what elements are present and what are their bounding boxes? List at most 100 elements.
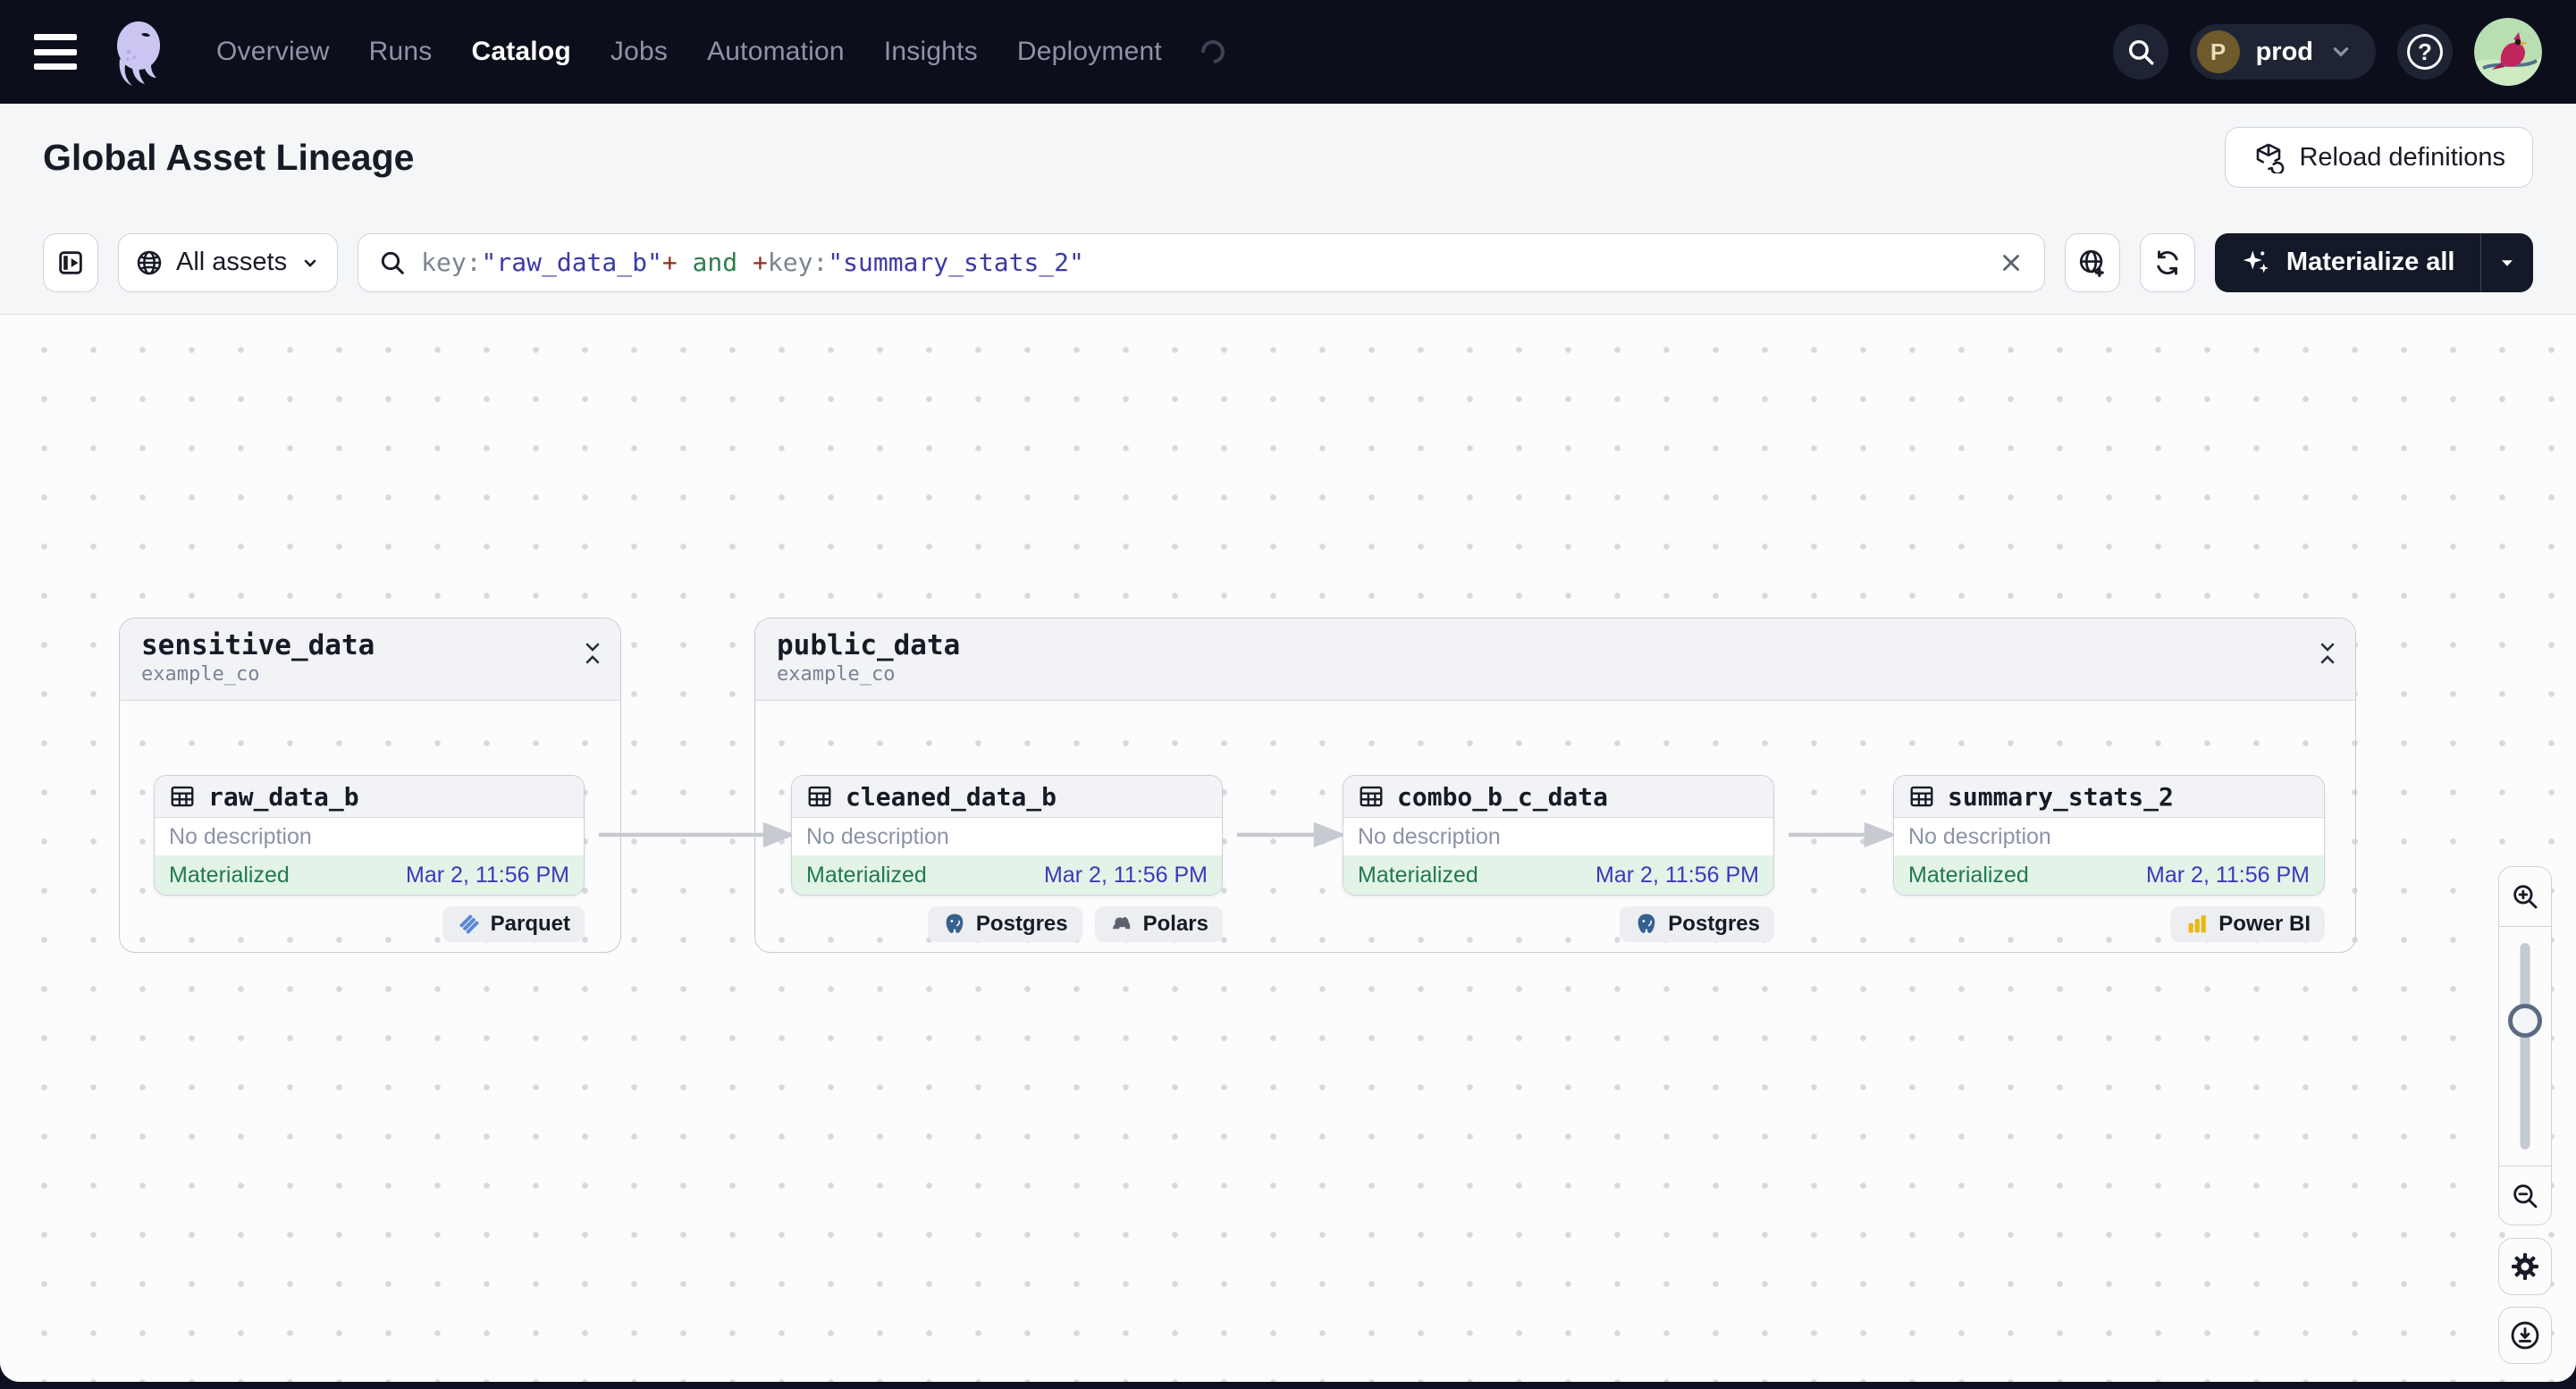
user-avatar[interactable] xyxy=(2474,18,2542,86)
materialization-timestamp[interactable]: Mar 2, 11:56 PM xyxy=(1044,863,1208,888)
postgres-icon xyxy=(946,913,964,933)
collapse-group-button[interactable] xyxy=(583,642,602,665)
tag-parquet[interactable]: Parquet xyxy=(442,906,585,942)
asset-tags: Parquet xyxy=(442,906,585,942)
search-button[interactable] xyxy=(2112,24,2168,80)
tag-label: Postgres xyxy=(1668,912,1760,936)
close-icon xyxy=(2003,254,2019,271)
group-title: public_data xyxy=(777,629,961,661)
reload-definitions-label: Reload definitions xyxy=(2299,142,2505,172)
tag-powerbi[interactable]: Power BI xyxy=(2170,906,2325,942)
zoom-slider-track[interactable] xyxy=(2520,943,2530,1149)
nav-item-catalog[interactable]: Catalog xyxy=(471,37,570,67)
nav-items: Overview Runs Catalog Jobs Automation In… xyxy=(216,35,1230,69)
asset-description: No description xyxy=(1908,823,2051,849)
status-badge: Materialized xyxy=(169,862,290,888)
tag-polars[interactable]: Polars xyxy=(1094,906,1223,942)
nav-item-jobs[interactable]: Jobs xyxy=(610,37,668,67)
asset-name: summary_stats_2 xyxy=(1948,781,2174,812)
group-header[interactable]: sensitive_data example_co xyxy=(120,619,620,701)
tag-postgres[interactable]: Postgres xyxy=(927,906,1082,942)
materialization-timestamp[interactable]: Mar 2, 11:56 PM xyxy=(406,863,569,888)
search-icon xyxy=(2128,39,2154,65)
materialize-all-split-button: Materialize all xyxy=(2214,232,2533,292)
group-subtitle: example_co xyxy=(777,663,896,686)
asset-card[interactable]: summary_stats_2 No description Materiali… xyxy=(1893,775,2325,896)
search-icon xyxy=(381,251,404,274)
group-header[interactable]: public_data example_co xyxy=(755,619,2355,701)
sparkles-icon xyxy=(2243,250,2269,273)
asset-card[interactable]: cleaned_data_b No description Materializ… xyxy=(791,775,1223,896)
reload-definitions-icon xyxy=(2257,143,2285,173)
clear-search-button[interactable] xyxy=(1998,249,2025,276)
parquet-icon xyxy=(459,914,479,934)
zoom-in-button[interactable] xyxy=(2499,867,2551,926)
top-nav: Overview Runs Catalog Jobs Automation In… xyxy=(0,0,2576,104)
collapse-group-button[interactable] xyxy=(2318,642,2337,665)
reload-definitions-button[interactable]: Reload definitions xyxy=(2225,127,2533,188)
asset-card[interactable]: raw_data_b No description Materialized M… xyxy=(154,775,585,896)
zoom-slider xyxy=(2499,926,2551,1166)
table-icon xyxy=(808,786,831,807)
download-icon xyxy=(2511,1321,2539,1350)
powerbi-icon xyxy=(2188,915,2207,933)
asset-tags: Power BI xyxy=(2170,906,2325,942)
help-button[interactable]: ? xyxy=(2397,24,2453,80)
open-sidebar-button[interactable] xyxy=(43,232,98,292)
zoom-out-icon xyxy=(2513,1183,2538,1208)
table-icon xyxy=(171,786,194,807)
nav-item-automation[interactable]: Automation xyxy=(707,37,845,67)
nav-right-cluster: P prod ? xyxy=(2112,18,2542,86)
zoom-slider-handle[interactable] xyxy=(2508,1004,2542,1038)
query-text: key:"raw_data_b"+ and +key:"summary_stat… xyxy=(421,248,1084,277)
asset-card[interactable]: combo_b_c_data No description Materializ… xyxy=(1343,775,1774,896)
nav-item-runs[interactable]: Runs xyxy=(369,37,433,67)
dagster-logo-icon[interactable] xyxy=(102,16,173,88)
nav-item-deployment[interactable]: Deployment xyxy=(1017,37,1162,67)
chevron-down-icon xyxy=(304,259,316,267)
asset-name: raw_data_b xyxy=(208,781,359,812)
zoom-out-button[interactable] xyxy=(2499,1166,2551,1225)
materialize-options-button[interactable] xyxy=(2481,233,2533,292)
view-in-new-tab-button[interactable] xyxy=(2064,232,2120,292)
asset-search-input[interactable]: key:"raw_data_b"+ and +key:"summary_stat… xyxy=(358,232,2045,292)
table-icon xyxy=(1910,786,1933,807)
asset-scope-dropdown[interactable]: All assets xyxy=(118,232,339,292)
materialize-all-label: Materialize all xyxy=(2286,248,2455,276)
deployment-switcher[interactable]: P prod xyxy=(2189,24,2376,80)
refresh-icon xyxy=(2157,249,2178,275)
asset-description: No description xyxy=(806,823,949,849)
tag-label: Polars xyxy=(1142,912,1208,936)
hamburger-menu-icon[interactable] xyxy=(34,34,77,70)
lineage-canvas[interactable]: sensitive_data example_co public_data ex… xyxy=(0,315,2576,1382)
materialization-timestamp[interactable]: Mar 2, 11:56 PM xyxy=(2146,863,2310,888)
asset-tags: Postgres Polars xyxy=(927,906,1223,942)
asset-scope-label: All assets xyxy=(176,248,288,276)
tag-postgres[interactable]: Postgres xyxy=(1620,906,1774,942)
status-badge: Materialized xyxy=(806,862,927,888)
nav-item-insights[interactable]: Insights xyxy=(884,37,978,67)
tag-label: Power BI xyxy=(2218,912,2311,936)
question-icon: ? xyxy=(2407,34,2443,70)
collapse-chevron-up-icon xyxy=(2320,655,2335,664)
refresh-graph-button[interactable] xyxy=(2139,232,2195,292)
materialization-timestamp[interactable]: Mar 2, 11:56 PM xyxy=(1595,863,1759,888)
chevron-down-icon xyxy=(2333,47,2349,57)
tag-label: Postgres xyxy=(975,912,1068,936)
download-image-button[interactable] xyxy=(2498,1307,2552,1364)
graph-settings-button[interactable] xyxy=(2498,1238,2552,1295)
asset-description: No description xyxy=(1358,823,1501,849)
asset-tags: Postgres xyxy=(1620,906,1774,942)
status-badge: Materialized xyxy=(1358,862,1478,888)
table-icon xyxy=(1360,786,1383,807)
asset-description: No description xyxy=(169,823,312,849)
postgres-icon xyxy=(1637,913,1655,933)
nav-item-overview[interactable]: Overview xyxy=(216,37,330,67)
asset-node-cleaned-data-b: cleaned_data_b No description Materializ… xyxy=(791,775,1223,942)
polars-icon xyxy=(1112,917,1130,930)
asset-node-raw-data-b: raw_data_b No description Materialized M… xyxy=(154,775,585,942)
materialize-all-button[interactable]: Materialize all xyxy=(2215,233,2480,292)
group-subtitle: example_co xyxy=(141,663,260,686)
title-bar: Global Asset Lineage Reload definitions xyxy=(0,104,2576,211)
panel-toggle-icon xyxy=(59,250,82,274)
